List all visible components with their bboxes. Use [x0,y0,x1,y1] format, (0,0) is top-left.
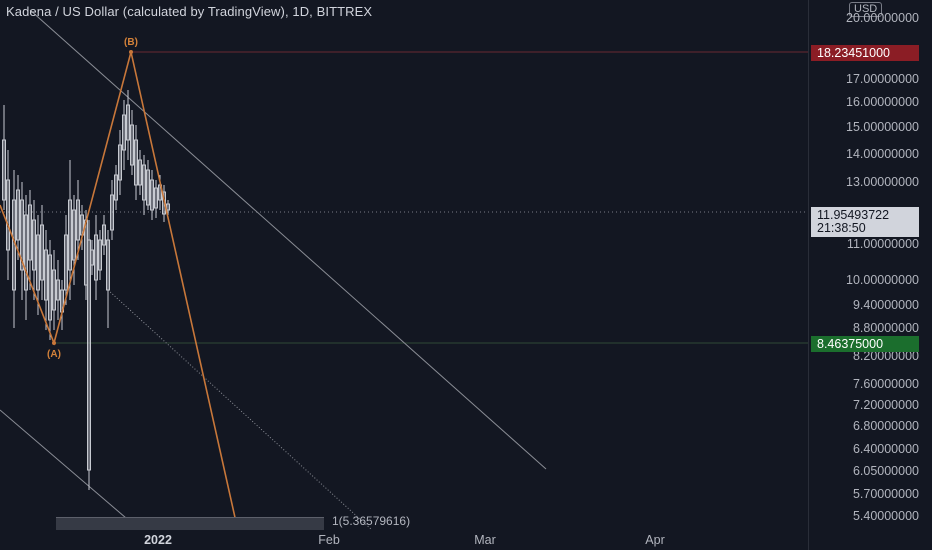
current-price-label: 11.95493722 21:38:50 [811,207,919,237]
candles [2,90,170,490]
fib-level-label: 1(5.36579616) [332,514,411,528]
price-tick: 9.40000000 [852,298,919,312]
wave-label-b[interactable]: (B) [124,37,138,48]
time-axis[interactable]: 2022 Feb Mar Apr [0,530,808,550]
price-tick: 20.00000000 [846,11,919,25]
price-tick: 6.40000000 [852,442,919,456]
time-tick: Feb [318,533,340,547]
price-tick: 5.40000000 [852,509,919,523]
chart-area[interactable]: Kadena / US Dollar (calculated by Tradin… [0,0,808,530]
price-tick: 8.80000000 [852,321,919,335]
price-tick: 16.00000000 [846,95,919,109]
price-tick: 13.00000000 [846,175,919,189]
time-tick: 2022 [144,533,172,547]
price-tick: 15.00000000 [846,120,919,134]
price-axis[interactable]: USD 20.00000000 17.00000000 16.00000000 … [808,0,932,550]
middle-trendline [107,289,373,530]
wave-label-a[interactable]: (A) [47,349,61,360]
price-tick: 7.20000000 [852,398,919,412]
price-tick: 10.00000000 [846,273,919,287]
price-tick: 11.00000000 [846,237,919,251]
wave-pattern [0,50,237,523]
price-chart[interactable] [0,0,808,530]
wave-point-b [129,50,133,54]
horizontal-price-lines [0,51,808,344]
time-tick: Apr [645,533,665,547]
price-tick: 5.70000000 [852,487,919,501]
chart-title: Kadena / US Dollar (calculated by Tradin… [6,4,373,19]
wave-point-a [52,341,56,345]
lower-trendline [0,409,141,530]
wave-line [0,51,237,523]
fib-level-box[interactable] [56,517,324,530]
price-tick: 14.00000000 [846,147,919,161]
bar-countdown: 21:38:50 [817,221,866,235]
price-tick: 17.00000000 [846,72,919,86]
trendlines [0,9,547,530]
price-tick: 6.80000000 [852,419,919,433]
high-price-label: 18.23451000 [811,45,919,61]
price-tick: 7.60000000 [852,377,919,391]
price-tick: 6.05000000 [852,464,919,478]
low-price-label: 8.46375000 [811,336,919,352]
time-tick: Mar [474,533,496,547]
